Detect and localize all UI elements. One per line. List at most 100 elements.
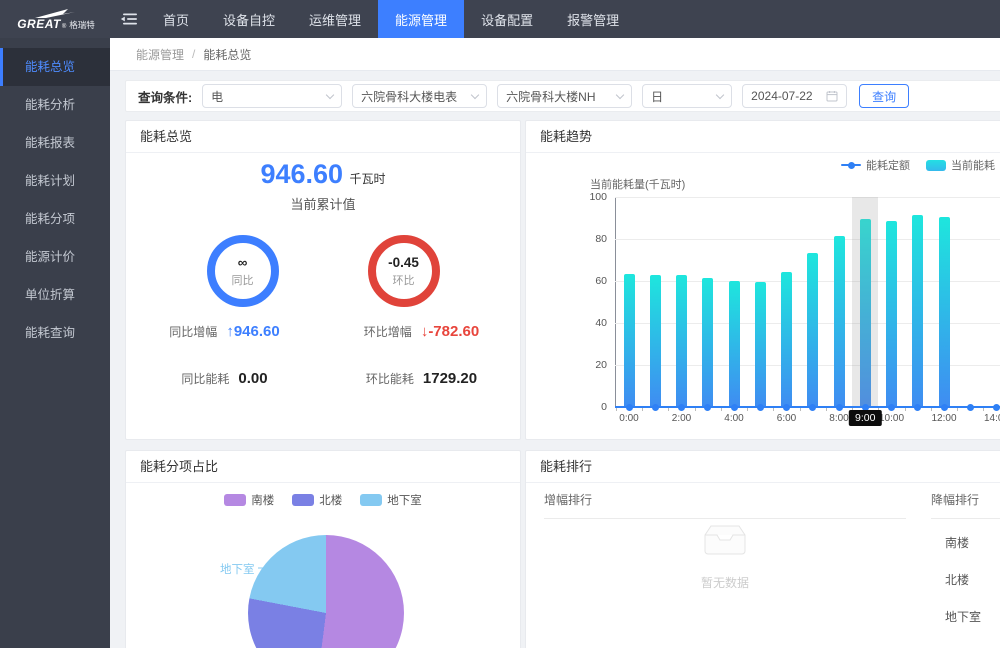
- decrease-ranking-section: 降幅排行 南楼北楼地下室: [931, 491, 1000, 636]
- highlight-band: [852, 197, 878, 407]
- query-date-picker[interactable]: 2024-07-22: [742, 84, 847, 108]
- top-header: GREAT ® 格瑞特 首页设备自控运维管理能源管理设备配置报警管理: [0, 0, 1000, 38]
- select-value: 六院骨科大楼NH: [506, 88, 611, 105]
- trend-bar-5:00[interactable]: [755, 282, 766, 407]
- nav-tab-3[interactable]: 运维管理: [292, 0, 378, 38]
- total-consumption: 946.60 千瓦时: [126, 159, 520, 190]
- sidebar-item-7[interactable]: 单位折算: [0, 276, 110, 314]
- legend-dot: [848, 162, 855, 169]
- x-axis-label: 0:00: [609, 413, 649, 424]
- query-select-1[interactable]: 电: [202, 84, 342, 108]
- quota-point: [783, 404, 790, 411]
- pie-panel: 能耗分项占比 南楼北楼地下室 南楼北楼地下室: [125, 450, 521, 648]
- trend-bar-10:00[interactable]: [886, 221, 897, 407]
- trend-bar-7:00[interactable]: [807, 253, 818, 407]
- trend-bar-11:00[interactable]: [912, 215, 923, 407]
- menu-collapse-icon[interactable]: [112, 0, 146, 38]
- trend-bar-6:00[interactable]: [781, 272, 792, 407]
- stat-value: 0.00: [238, 370, 267, 387]
- quota-point: [888, 404, 895, 411]
- stat-value: ↑946.60: [226, 323, 279, 340]
- y-axis-tick-label: 100: [573, 191, 607, 203]
- select-value: 六院骨科大楼电表: [361, 88, 466, 105]
- ranking-item-2[interactable]: 北楼: [931, 562, 1000, 599]
- decrease-ranking-divider: [931, 518, 1000, 519]
- breadcrumb-item-1[interactable]: 能源管理: [136, 46, 184, 63]
- trend-bar-12:00[interactable]: [939, 217, 950, 407]
- stat-label: 环比增幅: [364, 323, 412, 340]
- trend-chart-plot[interactable]: 0204060801000:002:004:006:008:0010:0012:…: [615, 197, 1000, 407]
- query-panel: 查询条件: 电 六院骨科大楼电表 六院骨科大楼NH 日 2024-07-22 查询: [125, 80, 1000, 112]
- quota-point: [941, 404, 948, 411]
- query-select-4[interactable]: 日: [642, 84, 732, 108]
- calendar-icon: [826, 90, 838, 102]
- breadcrumb-separator: /: [192, 47, 195, 61]
- nav-tab-5[interactable]: 设备配置: [464, 0, 550, 38]
- sidebar-item-2[interactable]: 能耗分析: [0, 86, 110, 124]
- nav-tab-2[interactable]: 设备自控: [206, 0, 292, 38]
- quota-point: [993, 404, 1000, 411]
- x-axis-label: 14:00: [977, 413, 1000, 424]
- trend-bar-4:00[interactable]: [729, 281, 740, 407]
- nav-tab-1[interactable]: 首页: [146, 0, 206, 38]
- legend-item-1[interactable]: 能耗定额: [841, 157, 910, 173]
- x-axis-label: 6:00: [767, 413, 807, 424]
- query-button[interactable]: 查询: [859, 84, 909, 108]
- legend-line-symbol: [841, 164, 861, 166]
- quota-point: [809, 404, 816, 411]
- legend-item-2[interactable]: 当前能耗: [926, 157, 995, 173]
- trend-bar-2:00[interactable]: [676, 275, 687, 407]
- query-condition-label: 查询条件:: [138, 87, 192, 106]
- legend-bar-symbol: [926, 160, 946, 171]
- x-axis-label: 12:00: [924, 413, 964, 424]
- ranking-item-3[interactable]: 地下室: [931, 599, 1000, 636]
- pie-legend-swatch: [360, 494, 382, 506]
- chevron-down-icon: [716, 90, 724, 98]
- trend-bar-3:00[interactable]: [702, 278, 713, 407]
- nav-tab-4[interactable]: 能源管理: [378, 0, 464, 38]
- breadcrumb: 能源管理/能耗总览: [110, 38, 1000, 71]
- sidebar-item-8[interactable]: 能耗查询: [0, 314, 110, 352]
- total-consumption-value: 946.60: [260, 159, 343, 189]
- trend-bar-8:00[interactable]: [834, 236, 845, 407]
- total-consumption-unit: 千瓦时: [350, 172, 386, 186]
- ratio-ring-1: ∞同比: [207, 235, 279, 307]
- quota-point: [704, 404, 711, 411]
- trend-bar-1:00[interactable]: [650, 275, 661, 407]
- query-select-3[interactable]: 六院骨科大楼NH: [497, 84, 632, 108]
- pie-area: 南楼北楼地下室 南楼北楼地下室: [126, 483, 520, 648]
- overview-stats: 同比增幅↑946.60环比增幅↓-782.60同比能耗0.00环比能耗1729.…: [126, 323, 520, 387]
- y-axis-tick-label: 80: [573, 233, 607, 245]
- pie-legend: 南楼 北楼 地下室: [126, 492, 520, 508]
- increase-ranking-title: 增幅排行: [544, 491, 906, 508]
- ranking-panel-title: 能耗排行: [526, 451, 1000, 483]
- pie-chart[interactable]: [248, 535, 404, 648]
- sidebar-item-3[interactable]: 能耗报表: [0, 124, 110, 162]
- ranking-item-1[interactable]: 南楼: [931, 525, 1000, 562]
- sidebar-item-1[interactable]: 能耗总览: [0, 48, 110, 86]
- stat-label: 环比能耗: [366, 370, 414, 387]
- increase-ranking-section: 增幅排行: [544, 491, 906, 519]
- pie-legend-item-3[interactable]: 地下室: [360, 492, 422, 508]
- empty-state-text: 暂无数据: [544, 574, 906, 591]
- stat-label: 同比能耗: [181, 370, 229, 387]
- sidebar-item-5[interactable]: 能耗分项: [0, 200, 110, 238]
- pie-legend-item-1[interactable]: 南楼: [224, 492, 274, 508]
- overview-stat-1: 同比增幅↑946.60: [126, 323, 323, 340]
- nav-tab-6[interactable]: 报警管理: [550, 0, 636, 38]
- pie-legend-label: 北楼: [319, 492, 342, 508]
- app-window: GREAT ® 格瑞特 首页设备自控运维管理能源管理设备配置报警管理 能耗总览能…: [0, 0, 1000, 648]
- trend-legend: 能耗定额当前能耗: [841, 157, 995, 173]
- sidebar-item-4[interactable]: 能耗计划: [0, 162, 110, 200]
- query-select-2[interactable]: 六院骨科大楼电表: [352, 84, 487, 108]
- trend-bar-0:00[interactable]: [624, 274, 635, 407]
- pie-legend-item-2[interactable]: 北楼: [292, 492, 342, 508]
- sidebar-item-6[interactable]: 能源计价: [0, 238, 110, 276]
- total-consumption-caption: 当前累计值: [126, 194, 520, 213]
- nav-tabs: 首页设备自控运维管理能源管理设备配置报警管理: [146, 0, 636, 38]
- quota-point: [836, 404, 843, 411]
- pie-slice-label-地下室: 地下室: [220, 561, 255, 577]
- pie-legend-label: 南楼: [251, 492, 274, 508]
- quota-point: [731, 404, 738, 411]
- overview-panel-title: 能耗总览: [126, 121, 520, 153]
